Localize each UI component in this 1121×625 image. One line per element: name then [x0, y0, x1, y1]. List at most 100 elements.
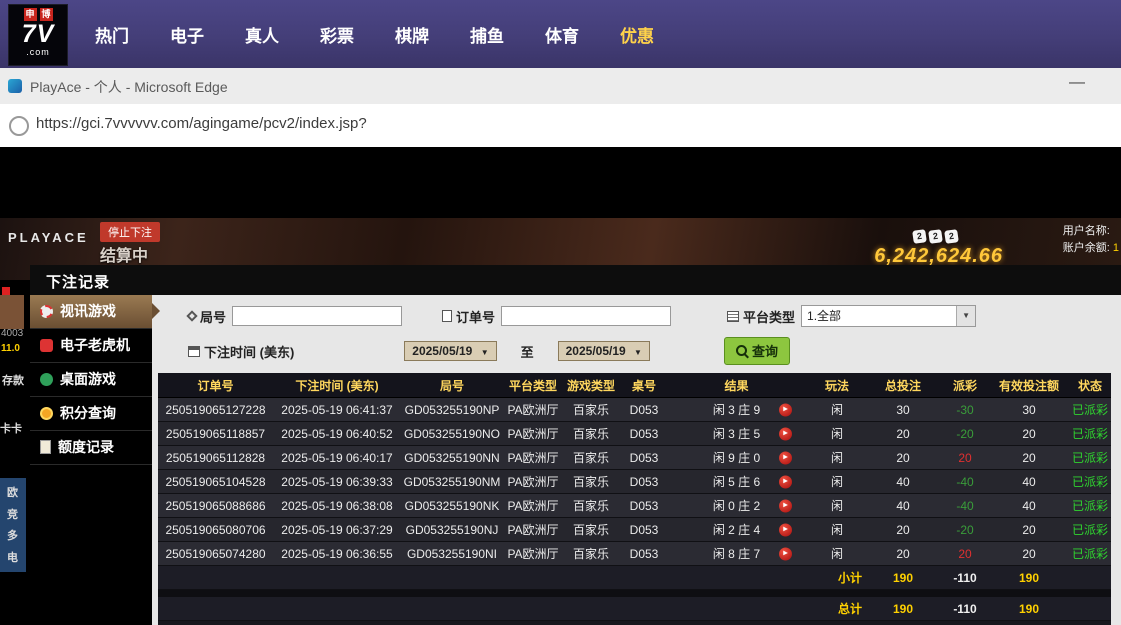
- result-text: 闲 2 庄 4: [713, 523, 760, 537]
- nav-item-优惠[interactable]: 优惠: [620, 22, 654, 47]
- valid-cell: 20: [994, 542, 1064, 566]
- table-row: 2505190651045282025-05-19 06:39:33GD0532…: [158, 470, 1111, 494]
- date-from-picker[interactable]: 2025/05/19 ▼: [404, 341, 496, 361]
- platform-select[interactable]: 1.全部 ▼: [801, 305, 976, 327]
- table-row: 2505190651188572025-05-19 06:40:52GD0532…: [158, 422, 1111, 446]
- minimize-button[interactable]: —: [1063, 74, 1091, 92]
- nav-item-电子[interactable]: 电子: [170, 22, 204, 47]
- table-cell: D053: [619, 422, 669, 446]
- result-cell: 闲 5 庄 6 ▶: [669, 470, 804, 494]
- grand-total-row-payout: -110: [936, 597, 994, 621]
- game-cell: 百家乐: [563, 494, 619, 518]
- play-cell: 闲: [804, 398, 870, 422]
- round-cell: GD053255190NJ: [401, 518, 503, 542]
- grand-total-row-label: 总计: [804, 597, 870, 621]
- settling-status: 结算中: [100, 242, 148, 266]
- filters: 局号 订单号 平台类型 1.全部 ▼ 下注时间 (美东) 2025: [152, 295, 1121, 365]
- column-header: 订单号: [158, 373, 273, 398]
- chevron-down-icon: ▼: [634, 348, 642, 357]
- sidebar-item-桌面游戏[interactable]: 桌面游戏: [30, 363, 152, 397]
- round-label: 局号: [200, 307, 226, 326]
- slot-machine-icon: [40, 339, 53, 352]
- site-info-icon[interactable]: [9, 116, 29, 136]
- time-cell: 2025-05-19 06:40:52: [273, 422, 401, 446]
- date-to-value: 2025/05/19: [566, 344, 626, 358]
- address-bar[interactable]: https://gci.7vvvvvv.com/agingame/pcv2/in…: [0, 104, 1121, 148]
- column-header: 结果: [669, 373, 804, 398]
- nav-item-彩票[interactable]: 彩票: [320, 22, 354, 47]
- time-cell: 2025-05-19 06:36:55: [273, 542, 401, 566]
- nav-item-真人[interactable]: 真人: [245, 22, 279, 47]
- replay-button[interactable]: ▶: [779, 451, 792, 464]
- column-header: 派彩: [936, 373, 994, 398]
- play-cell: 闲: [804, 422, 870, 446]
- sidebar-item-label: 额度记录: [58, 439, 114, 455]
- site-logo[interactable]: 申 博 7V .com: [8, 4, 68, 66]
- round-cell: GD053255190NK: [401, 494, 503, 518]
- payout-cell: -20: [936, 518, 994, 542]
- valid-cell: 20: [994, 422, 1064, 446]
- date-to-picker[interactable]: 2025/05/19 ▼: [558, 341, 650, 361]
- chevron-down-icon: ▼: [481, 348, 489, 357]
- status-cell: 已派彩: [1064, 494, 1111, 518]
- to-label: 至: [521, 342, 534, 361]
- sidebar-item-电子老虎机[interactable]: 电子老虎机: [30, 329, 152, 363]
- replay-button[interactable]: ▶: [779, 475, 792, 488]
- sidebar-item-label: 视讯游戏: [60, 303, 116, 319]
- search-icon: [736, 345, 747, 356]
- sidebar-item-视讯游戏[interactable]: 视讯游戏: [30, 295, 152, 329]
- search-button[interactable]: 查询: [724, 337, 790, 365]
- search-button-label: 查询: [752, 341, 778, 360]
- round-input[interactable]: [232, 306, 402, 326]
- background-avatar-fragment: [0, 295, 24, 329]
- valid-cell: 20: [994, 446, 1064, 470]
- payout-cell: -20: [936, 422, 994, 446]
- replay-button[interactable]: ▶: [779, 499, 792, 512]
- order-input[interactable]: [501, 306, 671, 326]
- die-icon: 2: [912, 229, 927, 244]
- play-cell: 闲: [804, 494, 870, 518]
- table-cell: D053: [619, 518, 669, 542]
- replay-button[interactable]: ▶: [779, 403, 792, 416]
- replay-button[interactable]: ▶: [779, 427, 792, 440]
- result-cell: 闲 0 庄 2▶: [669, 494, 804, 518]
- status-cell: 已派彩: [1064, 542, 1111, 566]
- column-header: 有效投注额: [994, 373, 1064, 398]
- sidebar-item-积分查询[interactable]: 积分查询: [30, 397, 152, 431]
- modal-sidebar: 视讯游戏电子老虎机桌面游戏积分查询额度记录: [30, 295, 152, 625]
- total-cell: 40: [870, 470, 936, 494]
- result-text: 闲 5 庄 6: [713, 475, 760, 489]
- filter-row-2: 下注时间 (美东) 2025/05/19 ▼ 至 2025/05/19 ▼ 查询: [188, 337, 1121, 365]
- table-cell: D053: [619, 542, 669, 566]
- sidebar-item-额度记录[interactable]: 额度记录: [30, 431, 152, 465]
- order-cell: 250519065127228: [158, 398, 273, 422]
- replay-button[interactable]: ▶: [779, 547, 792, 560]
- total-cell: 20: [870, 446, 936, 470]
- sidebar-item-label: 桌面游戏: [60, 371, 116, 387]
- modal-header: 下注记录: [30, 265, 1121, 295]
- nav-item-体育[interactable]: 体育: [545, 22, 579, 47]
- total-cell: 20: [870, 518, 936, 542]
- address-url[interactable]: https://gci.7vvvvvv.com/agingame/pcv2/in…: [36, 115, 367, 132]
- total-cell: 40: [870, 494, 936, 518]
- status-cell: 已派彩: [1064, 518, 1111, 542]
- replay-button[interactable]: ▶: [779, 523, 792, 536]
- logo-domain: .com: [9, 47, 67, 57]
- promo-nav-bar: 申 博 7V .com 热门 电子 真人 彩票 棋牌 捕鱼 体育 优惠: [0, 0, 1121, 68]
- play-cell: 闲: [804, 542, 870, 566]
- result-cell: 闲 9 庄 0▶: [669, 446, 804, 470]
- time-cell: 2025-05-19 06:40:17: [273, 446, 401, 470]
- background-fragment: 欧: [7, 484, 18, 500]
- game-cell: 百家乐: [563, 470, 619, 494]
- stop-betting-button[interactable]: 停止下注: [100, 222, 160, 242]
- time-cell: 2025-05-19 06:41:37: [273, 398, 401, 422]
- grand-total-row: 总计190-110190: [158, 597, 1111, 621]
- platform-cell: PA欧洲厅: [503, 542, 563, 566]
- nav-item-热门[interactable]: 热门: [95, 22, 129, 47]
- platform-selected-value: 1.全部: [807, 309, 841, 323]
- payout-cell: -30: [936, 398, 994, 422]
- nav-item-捕鱼[interactable]: 捕鱼: [470, 22, 504, 47]
- nav-item-棋牌[interactable]: 棋牌: [395, 22, 429, 47]
- subtotal-row-valid: 190: [994, 566, 1064, 590]
- table-row: 2505190650807062025-05-19 06:37:29GD0532…: [158, 518, 1111, 542]
